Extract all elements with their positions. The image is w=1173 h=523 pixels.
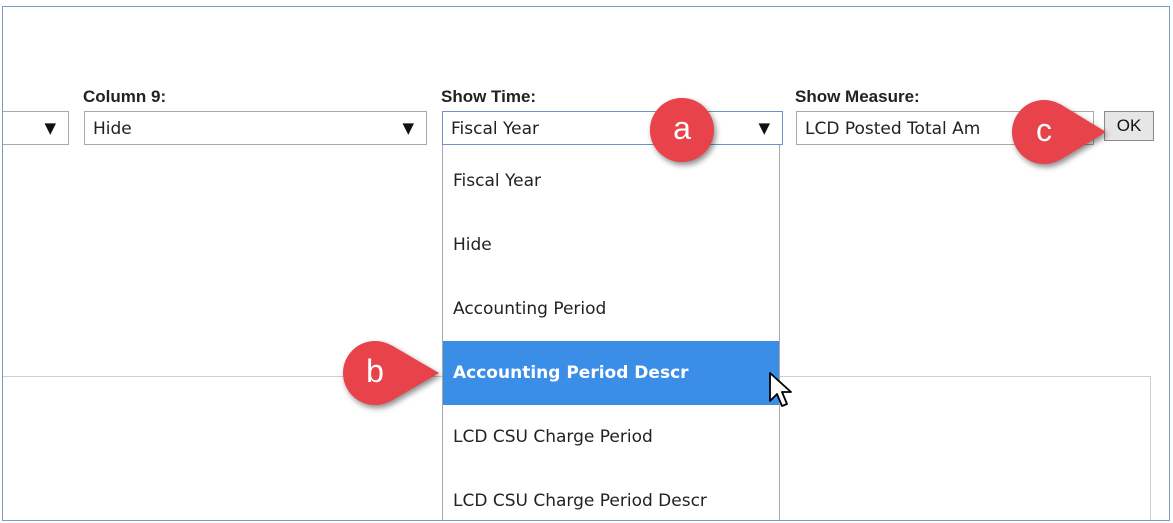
callout-b-letter: b	[366, 353, 384, 389]
option-lcd-csu-charge-period-descr[interactable]: LCD CSU Charge Period Descr	[443, 469, 779, 520]
show-measure-value: LCD Posted Total Am	[805, 119, 981, 139]
callout-a-marker: a	[648, 96, 716, 164]
show-time-label: Show Time:	[441, 87, 537, 106]
column-9-value: Hide	[93, 119, 132, 139]
dropdown-arrow-icon: ▼	[402, 119, 414, 137]
callout-b-marker: b	[341, 339, 439, 407]
option-fiscal-year[interactable]: Fiscal Year	[443, 149, 779, 213]
option-accounting-period-descr[interactable]: Accounting Period Descr	[443, 341, 779, 405]
option-lcd-csu-charge-period[interactable]: LCD CSU Charge Period	[443, 405, 779, 469]
option-accounting-period[interactable]: Accounting Period	[443, 277, 779, 341]
option-hide[interactable]: Hide	[443, 213, 779, 277]
report-prompt-frame: ▼ Column 9: Hide ▼ Show Time: Fiscal Yea…	[2, 6, 1170, 521]
callout-a-letter: a	[673, 110, 691, 146]
column-8-select[interactable]: ▼	[3, 111, 69, 145]
show-time-value: Fiscal Year	[451, 119, 540, 139]
ok-button[interactable]: OK	[1104, 111, 1154, 141]
dropdown-arrow-icon: ▼	[758, 119, 770, 137]
callout-c-letter: c	[1036, 112, 1052, 148]
callout-c-marker: c	[1010, 98, 1106, 166]
column-9-select[interactable]: Hide ▼	[84, 111, 427, 145]
show-measure-label: Show Measure:	[795, 87, 920, 106]
show-time-options-list: Fiscal Year Hide Accounting Period Accou…	[442, 145, 780, 520]
dropdown-arrow-icon: ▼	[44, 119, 56, 137]
show-time-select[interactable]: Fiscal Year ▼	[442, 111, 783, 145]
column-9-label: Column 9:	[83, 87, 167, 106]
arrow-pointer-icon	[769, 372, 792, 407]
